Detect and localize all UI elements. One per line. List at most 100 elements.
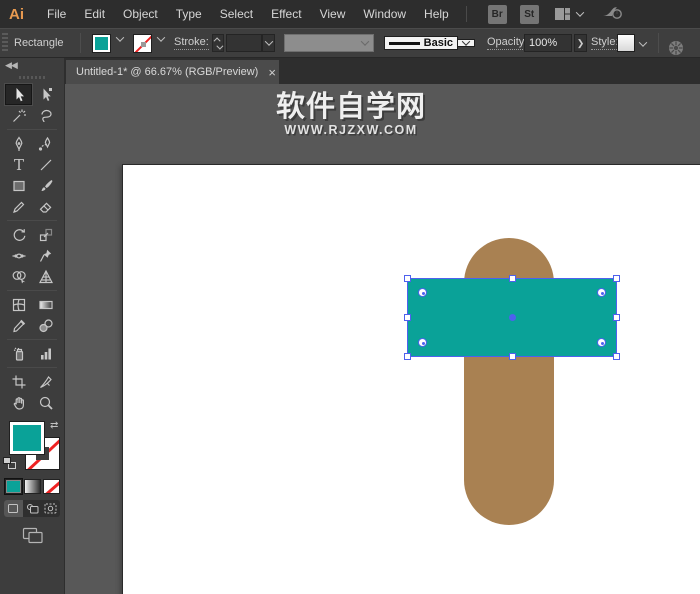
scale-tool[interactable] xyxy=(32,224,59,245)
column-graph-tool[interactable] xyxy=(32,343,59,364)
stroke-weight-label[interactable]: Stroke: xyxy=(174,29,209,57)
corner-widget-bottom-right[interactable] xyxy=(597,338,606,347)
curvature-tool[interactable] xyxy=(32,133,59,154)
screen-mode-icon xyxy=(22,527,43,544)
fill-color-swatch[interactable] xyxy=(92,29,111,57)
collapse-chevrons-icon: ◀◀ xyxy=(5,60,18,70)
stock-button[interactable]: St xyxy=(519,4,539,24)
line-segment-tool[interactable] xyxy=(32,154,59,175)
tools-collapse-button[interactable]: ◀◀ xyxy=(0,58,64,73)
opacity-label[interactable]: Opacity: xyxy=(487,29,528,57)
mesh-tool[interactable] xyxy=(5,294,32,315)
workspace-switcher-icon[interactable] xyxy=(554,7,584,21)
handle-top-right[interactable] xyxy=(613,275,620,282)
draw-normal-button[interactable] xyxy=(4,500,23,517)
brush-definition-dropdown[interactable]: Basic xyxy=(384,34,475,52)
menu-effect[interactable]: Effect xyxy=(262,0,310,28)
menu-edit[interactable]: Edit xyxy=(75,0,114,28)
graphic-style-swatch[interactable] xyxy=(617,34,635,52)
shaper-tool[interactable] xyxy=(5,196,32,217)
tools-panel: ◀◀ T ⇄ xyxy=(0,58,65,594)
slice-tool[interactable] xyxy=(32,371,59,392)
style-label-text: Style: xyxy=(591,36,619,50)
style-dropdown-button[interactable] xyxy=(636,34,649,53)
lasso-tool[interactable] xyxy=(32,105,59,126)
blend-tool-icon xyxy=(38,318,53,332)
color-mode-buttons xyxy=(0,479,64,494)
tab-close-icon[interactable]: × xyxy=(268,66,276,79)
corner-widget-bottom-left[interactable] xyxy=(418,338,427,347)
artboard[interactable] xyxy=(122,164,700,594)
menu-window[interactable]: Window xyxy=(354,0,415,28)
canvas-area[interactable]: 软件自学网 WWW.RJZXW.COM xyxy=(65,84,700,594)
type-tool[interactable]: T xyxy=(5,154,32,175)
artboard-tool[interactable] xyxy=(5,371,32,392)
default-fill-stroke-icon[interactable] xyxy=(3,457,16,469)
fill-indicator[interactable] xyxy=(9,421,45,455)
rotate-tool[interactable] xyxy=(5,224,32,245)
app-logo: Ai xyxy=(9,5,24,23)
opacity-input[interactable] xyxy=(524,34,572,52)
corner-widget-top-left[interactable] xyxy=(418,288,427,297)
menu-help[interactable]: Help xyxy=(415,0,458,28)
watermark-subtitle: WWW.RJZXW.COM xyxy=(284,123,418,137)
brush-dropdown-button[interactable] xyxy=(458,37,475,47)
magic-wand-tool[interactable] xyxy=(5,105,32,126)
selected-teal-rectangle[interactable] xyxy=(404,275,620,360)
direct-selection-tool[interactable] xyxy=(32,84,59,105)
chevron-down-icon xyxy=(638,37,647,47)
tool-grid: T xyxy=(0,81,64,413)
stroke-color-swatch[interactable] xyxy=(133,29,152,57)
change-screen-mode-button[interactable] xyxy=(0,527,65,544)
menu-view[interactable]: View xyxy=(311,0,355,28)
sync-status-icon[interactable] xyxy=(601,4,623,25)
swap-fill-stroke-icon[interactable]: ⇄ xyxy=(50,420,58,431)
gradient-button[interactable] xyxy=(23,479,41,494)
handle-middle-left[interactable] xyxy=(404,314,411,321)
stroke-weight-dropdown[interactable] xyxy=(262,34,275,52)
corner-widget-top-right[interactable] xyxy=(597,288,606,297)
stroke-dropdown-button[interactable] xyxy=(154,29,167,48)
menu-file[interactable]: File xyxy=(38,0,75,28)
handle-bottom-center[interactable] xyxy=(508,353,516,360)
shape-builder-tool[interactable] xyxy=(5,266,32,287)
menu-type[interactable]: Type xyxy=(167,0,211,28)
object-center-point[interactable] xyxy=(508,314,516,321)
width-tool-icon xyxy=(12,253,25,258)
paintbrush-tool[interactable] xyxy=(32,175,59,196)
stroke-weight-stepper[interactable] xyxy=(212,34,224,52)
none-button[interactable] xyxy=(42,479,60,494)
menu-select[interactable]: Select xyxy=(211,0,262,28)
eraser-tool[interactable] xyxy=(32,196,59,217)
menu-object[interactable]: Object xyxy=(114,0,167,28)
hand-tool[interactable] xyxy=(5,392,32,413)
symbol-sprayer-tool[interactable] xyxy=(5,343,32,364)
draw-inside-button[interactable] xyxy=(41,500,60,517)
document-tab[interactable]: Untitled-1* @ 66.67% (RGB/Preview) × xyxy=(66,60,279,84)
blend-tool[interactable] xyxy=(32,315,59,336)
width-tool[interactable] xyxy=(5,245,32,266)
perspective-grid-tool[interactable] xyxy=(32,266,59,287)
handle-bottom-right[interactable] xyxy=(613,353,620,360)
puppet-warp-tool[interactable] xyxy=(32,245,59,266)
control-bar-grip[interactable] xyxy=(2,33,8,53)
stroke-weight-field[interactable] xyxy=(226,34,262,52)
pen-tool[interactable] xyxy=(5,133,32,154)
style-label[interactable]: Style: xyxy=(591,29,619,57)
color-button[interactable] xyxy=(4,479,22,494)
handle-bottom-left[interactable] xyxy=(404,353,411,360)
handle-top-center[interactable] xyxy=(508,275,516,282)
rectangle-tool[interactable] xyxy=(5,175,32,196)
draw-behind-button[interactable] xyxy=(23,500,42,517)
gradient-tool[interactable] xyxy=(32,294,59,315)
handle-top-left[interactable] xyxy=(404,275,411,282)
bridge-button[interactable]: Br xyxy=(487,4,507,24)
perspective-grid-tool-icon xyxy=(38,269,53,283)
zoom-tool[interactable] xyxy=(32,392,59,413)
opacity-expand-button[interactable]: ❯ xyxy=(574,34,587,52)
selection-tool[interactable] xyxy=(5,84,32,105)
fill-dropdown-button[interactable] xyxy=(113,29,126,48)
handle-middle-right[interactable] xyxy=(613,314,620,321)
tools-panel-grip[interactable] xyxy=(0,73,64,81)
eyedropper-tool[interactable] xyxy=(5,315,32,336)
